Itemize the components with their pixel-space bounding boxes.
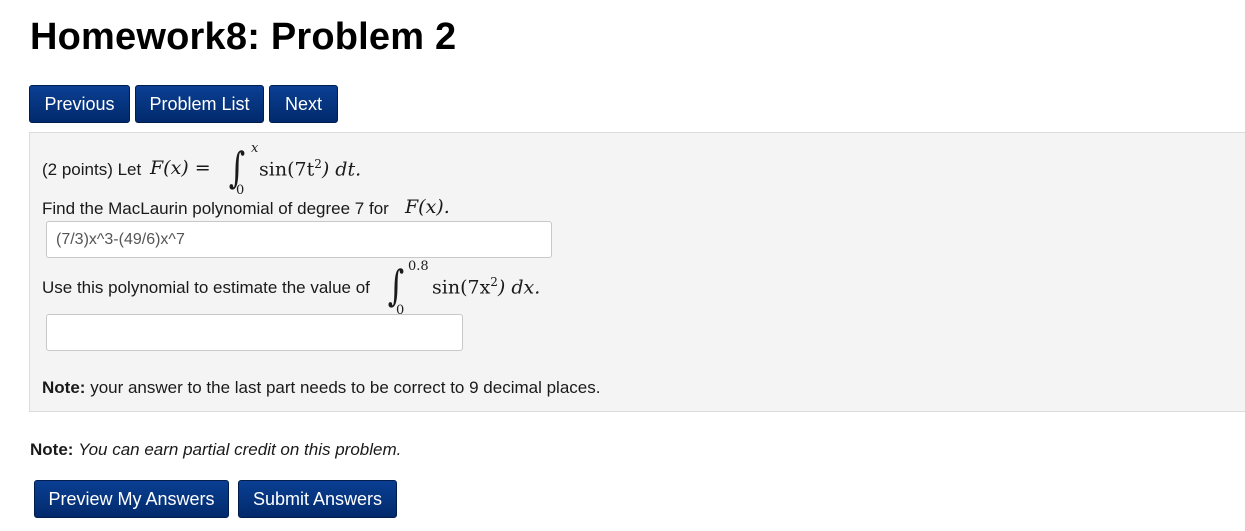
integrand-2-tail: ) dx.: [497, 276, 541, 299]
problem-list-button[interactable]: Problem List: [135, 85, 264, 123]
panel-note-label: Note:: [42, 378, 86, 397]
integral-lower-limit: 0: [236, 183, 245, 198]
integrand-2-body: sin(7x: [432, 276, 491, 299]
integrand-2: sin(7x2) dx.: [432, 275, 540, 298]
next-button[interactable]: Next: [269, 85, 338, 123]
problem-panel: (2 points) Let F(x) = ∫ x 0 sin(7t2) dt.…: [29, 132, 1245, 412]
points-text: (2 points) Let: [42, 160, 142, 179]
find-text: Find the MacLaurin polynomial of degree …: [42, 199, 389, 218]
integrand-tail: ) dt.: [321, 158, 362, 181]
submit-answers-button[interactable]: Submit Answers: [238, 480, 397, 518]
estimate-text: Use this polynomial to estimate the valu…: [42, 278, 370, 297]
function-lhs: F(x) =: [150, 157, 211, 179]
panel-note-text: your answer to the last part needs to be…: [90, 378, 601, 397]
preview-answers-button[interactable]: Preview My Answers: [34, 480, 229, 518]
find-math: F(x).: [405, 196, 450, 218]
integral-sign-2: ∫: [387, 261, 405, 310]
answer-field-1[interactable]: [46, 221, 552, 258]
integrand-2-exponent: 2: [490, 275, 498, 289]
previous-button[interactable]: Previous: [29, 85, 130, 123]
integral-upper-limit: x: [251, 141, 259, 156]
page-title: Homework8: Problem 2: [30, 16, 457, 58]
answer-field-2[interactable]: [46, 314, 463, 351]
footer-note-text: You can earn partial credit on this prob…: [78, 440, 402, 459]
integral-upper-limit-2: 0.8: [408, 259, 429, 274]
integrand-body: sin(7t: [259, 158, 315, 181]
integrand-exponent: 2: [314, 157, 322, 171]
footer-note-label: Note:: [30, 440, 74, 459]
footer-note: Note: You can earn partial credit on thi…: [30, 440, 401, 460]
integrand: sin(7t2) dt.: [259, 157, 361, 180]
panel-note: Note: your answer to the last part needs…: [42, 378, 600, 398]
